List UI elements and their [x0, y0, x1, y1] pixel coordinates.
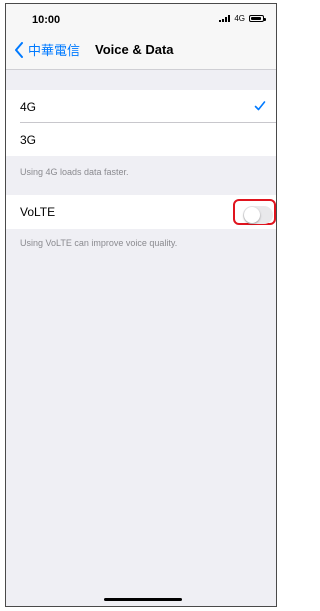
option-4g[interactable]: 4G [6, 90, 276, 123]
home-indicator [104, 598, 182, 601]
status-bar: 10:00 4G [6, 4, 276, 32]
option-3g-label: 3G [20, 132, 37, 147]
volte-label: VoLTE [20, 204, 56, 219]
phone-screen: 10:00 4G 中華電信 Voice & Data 4G 3G Using 4… [5, 3, 277, 607]
data-options-footer: Using 4G loads data faster. [20, 167, 129, 177]
chevron-left-icon [15, 41, 23, 58]
checkmark-icon [254, 101, 266, 111]
toggle-knob [244, 207, 260, 223]
network-type: 4G [234, 14, 245, 23]
option-3g[interactable]: 3G [6, 123, 276, 156]
navigation-bar: 中華電信 Voice & Data [6, 32, 276, 70]
volte-section: VoLTE [6, 195, 276, 229]
data-options-list: 4G 3G [6, 90, 276, 156]
signal-icon [219, 15, 231, 22]
status-time: 10:00 [32, 14, 61, 26]
option-4g-label: 4G [20, 99, 37, 114]
highlight-box [233, 199, 276, 225]
battery-icon [249, 15, 266, 22]
status-indicators: 4G [219, 14, 266, 23]
volte-toggle[interactable] [243, 206, 273, 224]
volte-footer: Using VoLTE can improve voice quality. [20, 238, 178, 248]
back-label: 中華電信 [28, 43, 81, 58]
back-button[interactable]: 中華電信 [14, 40, 80, 59]
page-title: Voice & Data [95, 42, 174, 57]
